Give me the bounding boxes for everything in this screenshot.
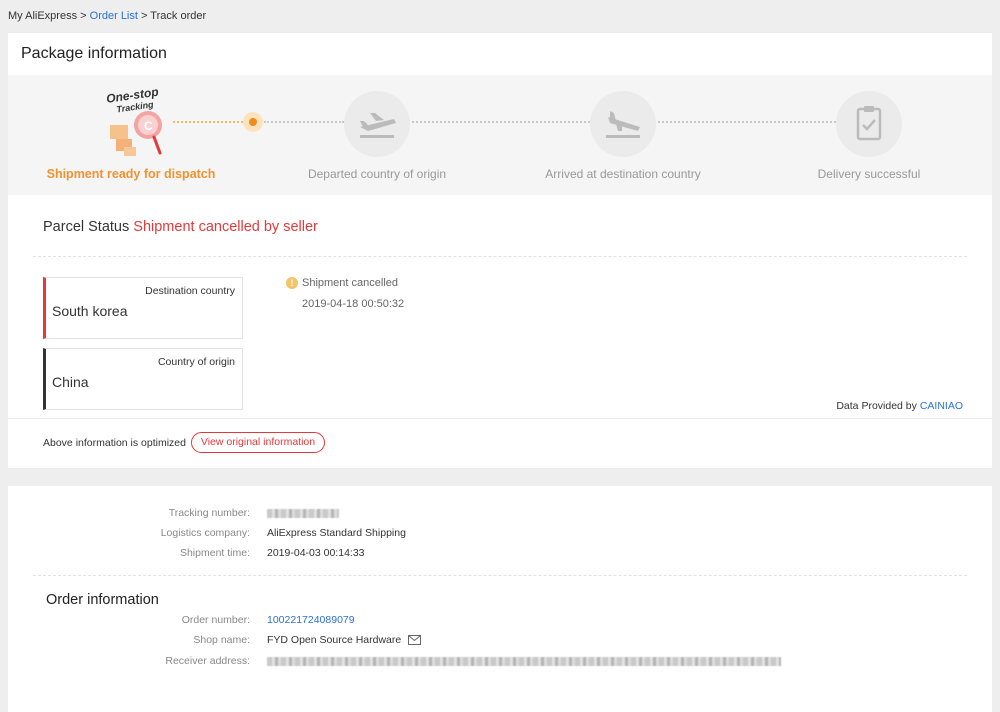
- clipboard-check-icon: [856, 106, 882, 141]
- origin-country-label: Country of origin: [157, 356, 235, 368]
- tracking-progress: One-stop Tracking C Shipment ready for d…: [8, 75, 992, 195]
- shipment-time-label: Shipment time:: [179, 547, 250, 559]
- breadcrumb-order-list-link[interactable]: Order List: [90, 10, 138, 22]
- progress-connector: [264, 121, 344, 123]
- receiver-address-value: [267, 655, 781, 667]
- step-icon-departed: [344, 91, 410, 157]
- step-icon-arrived: [590, 91, 656, 157]
- redacted-receiver-address: [267, 656, 781, 666]
- shop-name-label: Shop name:: [193, 634, 250, 646]
- cainiao-link[interactable]: CAINIAO: [920, 400, 963, 412]
- tracking-number-value: [267, 507, 339, 519]
- divider: [33, 575, 967, 576]
- breadcrumb-separator: >: [141, 10, 148, 22]
- one-stop-tracking-icon: One-stop Tracking C: [105, 85, 162, 156]
- view-original-button[interactable]: View original information: [191, 432, 325, 453]
- data-provided-label: Data Provided by: [836, 400, 917, 412]
- order-number-label: Order number:: [181, 614, 250, 626]
- order-number-link[interactable]: 100221724089079: [267, 614, 355, 626]
- shipment-time-value: 2019-04-03 00:14:33: [267, 547, 365, 559]
- plane-takeoff-icon: [360, 113, 396, 138]
- page-title: Package information: [21, 45, 167, 62]
- redacted-tracking-number: [267, 508, 339, 518]
- optimized-note: Above information is optimized: [43, 437, 186, 449]
- shop-name-value: FYD Open Source Hardware: [267, 634, 422, 646]
- shipment-info-card: Tracking number: Logistics company: AliE…: [8, 486, 992, 712]
- breadcrumb: My AliExpress > Order List > Track order: [8, 10, 206, 22]
- origin-country-value: China: [52, 374, 89, 390]
- shop-name: FYD Open Source Hardware: [267, 634, 402, 646]
- step-label-delivered: Delivery successful: [817, 167, 921, 181]
- progress-connector: [658, 121, 836, 123]
- divider: [33, 256, 967, 257]
- logistics-company-value: AliExpress Standard Shipping: [267, 527, 406, 539]
- receiver-address-label: Receiver address:: [165, 655, 250, 667]
- origin-country-box: Country of origin China: [43, 348, 243, 410]
- step-label-departed: Departed country of origin: [307, 167, 447, 181]
- breadcrumb-home-link[interactable]: My AliExpress: [8, 10, 77, 22]
- progress-connector: [173, 121, 243, 123]
- parcel-status: Parcel Status Shipment cancelled by sell…: [43, 219, 318, 235]
- data-provided: Data Provided by CAINIAO: [836, 400, 963, 412]
- plane-landing-icon: [606, 111, 640, 138]
- current-step-dot: [243, 112, 263, 132]
- mail-icon[interactable]: [408, 635, 422, 646]
- alert-icon: !: [286, 277, 298, 289]
- step-label-ready: Shipment ready for dispatch: [46, 167, 216, 181]
- parcel-status-value: Shipment cancelled by seller: [133, 219, 318, 235]
- step-label-arrived: Arrived at destination country: [545, 167, 701, 181]
- event-time: 2019-04-18 00:50:32: [302, 298, 405, 310]
- breadcrumb-current: Track order: [150, 10, 207, 22]
- step-icon-delivered: [836, 91, 902, 157]
- package-info-card: Package information One-stop Tracking C: [8, 33, 992, 468]
- parcel-status-label: Parcel Status: [43, 219, 130, 235]
- divider: [8, 418, 992, 419]
- tracking-number-label: Tracking number:: [168, 507, 250, 519]
- breadcrumb-separator: >: [80, 10, 87, 22]
- event-title: Shipment cancelled: [302, 277, 399, 289]
- logistics-company-label: Logistics company:: [160, 527, 250, 539]
- order-info-title: Order information: [46, 592, 159, 608]
- svg-text:C: C: [144, 119, 153, 133]
- progress-connector: [412, 121, 590, 123]
- destination-country-label: Destination country: [145, 285, 235, 297]
- destination-country-box: Destination country South korea: [43, 277, 243, 339]
- destination-country-value: South korea: [52, 303, 128, 319]
